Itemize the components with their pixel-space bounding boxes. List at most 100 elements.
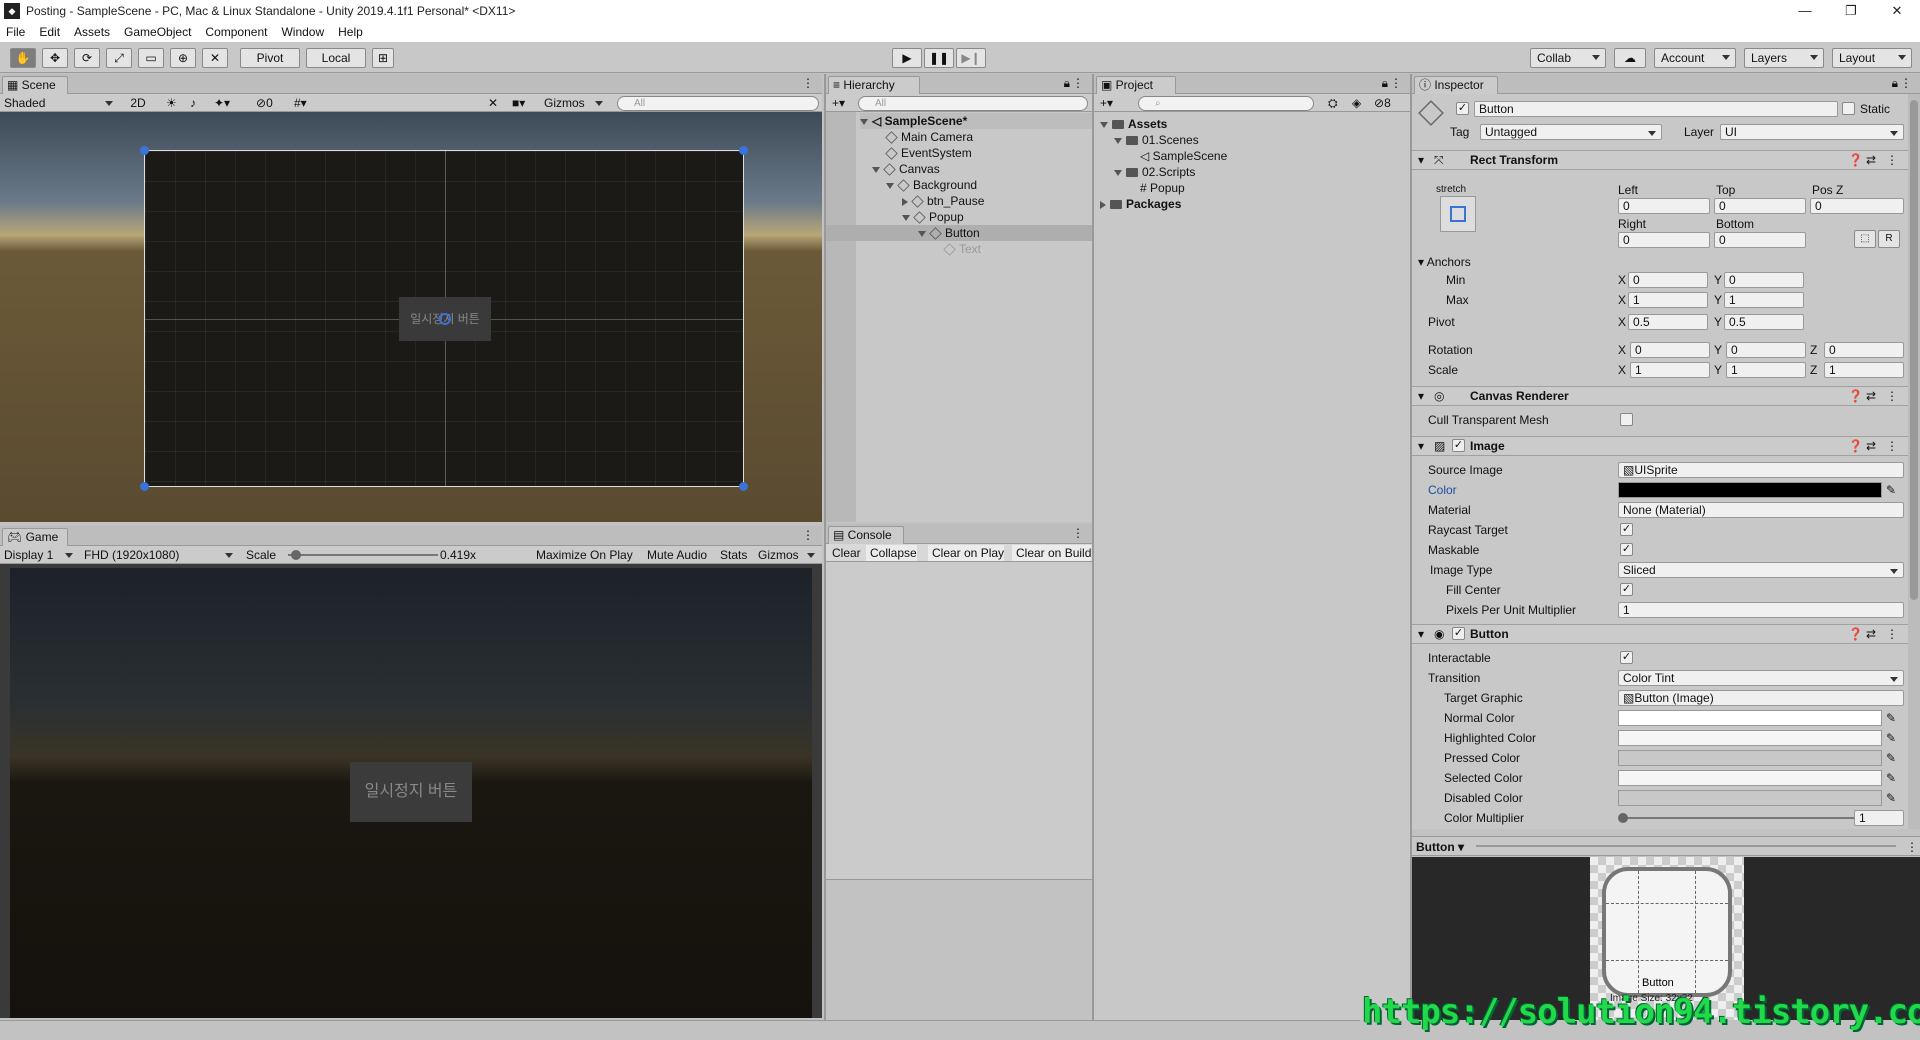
canvas-renderer-header[interactable]: ▾ ◎ Canvas Renderer ❓ ⇄ ⋮ xyxy=(1412,386,1908,406)
grid-snap-icon[interactable]: ⊞ xyxy=(372,48,394,68)
material-field[interactable]: None (Material) xyxy=(1618,502,1904,518)
list-item[interactable]: Assets xyxy=(1100,116,1167,132)
hidden-objects-toggle[interactable]: ⊘0 xyxy=(252,95,286,111)
target-graphic-field[interactable]: ▧Button (Image) xyxy=(1618,690,1904,706)
collapse-arrow-icon[interactable] xyxy=(902,197,908,206)
expand-arrow-icon[interactable] xyxy=(1114,137,1122,144)
lock-icon[interactable]: 🔒︎ xyxy=(1892,76,1898,91)
display-dropdown[interactable]: Display 1 xyxy=(0,547,78,563)
menu-window[interactable]: Window xyxy=(281,25,324,39)
blueprint-mode-icon[interactable]: ⬚ xyxy=(1854,230,1876,248)
component-menu-icon[interactable]: ⋮ xyxy=(1886,438,1898,454)
eyedropper-icon[interactable]: ✎ xyxy=(1886,790,1896,806)
scene-viewport[interactable]: 일시정지 버튼 xyxy=(0,112,822,522)
pivot-y-field[interactable]: 0.5 xyxy=(1724,314,1804,330)
tab-game[interactable]: 🎮︎ Game xyxy=(2,528,68,546)
step-button[interactable]: ▶❙ xyxy=(956,48,986,68)
corner-handle[interactable] xyxy=(739,146,748,155)
right-field[interactable]: 0 xyxy=(1618,232,1710,248)
expand-arrow-icon[interactable] xyxy=(872,166,880,173)
rotation-y-field[interactable]: 0 xyxy=(1726,342,1806,358)
fill-center-checkbox[interactable]: ✓ xyxy=(1620,583,1633,596)
project-search-input[interactable]: ⌕ xyxy=(1138,96,1314,111)
bottom-field[interactable]: 0 xyxy=(1714,232,1806,248)
canvas-rect[interactable]: 일시정지 버튼 xyxy=(140,146,748,491)
layer-dropdown[interactable]: UI xyxy=(1720,124,1904,140)
list-item[interactable]: Popup xyxy=(902,209,964,225)
maximize-on-play-toggle[interactable]: Maximize On Play xyxy=(532,547,633,563)
clear-on-build-toggle[interactable]: Clear on Build xyxy=(1012,545,1092,561)
raw-edit-button[interactable]: R xyxy=(1878,230,1900,248)
list-item[interactable]: Text xyxy=(943,241,981,257)
pressed-color-swatch[interactable] xyxy=(1618,750,1882,766)
tab-console[interactable]: ▤ Console xyxy=(828,526,904,544)
scale-y-field[interactable]: 1 xyxy=(1726,362,1806,378)
help-icon[interactable]: ❓ xyxy=(1848,388,1863,404)
scale-x-field[interactable]: 1 xyxy=(1630,362,1710,378)
list-item[interactable]: ◁ SampleScene* xyxy=(860,113,1092,129)
list-item[interactable]: ◁ SampleScene xyxy=(1140,148,1227,164)
cull-checkbox[interactable] xyxy=(1620,413,1633,426)
button-header[interactable]: ▾ ◉ ✓ Button ❓ ⇄ ⋮ xyxy=(1412,624,1908,644)
list-item[interactable]: 02.Scripts xyxy=(1114,164,1195,180)
expand-arrow-icon[interactable] xyxy=(886,182,894,189)
ppu-field[interactable]: 1 xyxy=(1618,602,1904,618)
left-field[interactable]: 0 xyxy=(1618,198,1710,214)
raycast-checkbox[interactable]: ✓ xyxy=(1620,523,1633,536)
expand-arrow-icon[interactable]: ▾ xyxy=(1418,388,1424,404)
color-multiplier-thumb[interactable] xyxy=(1618,813,1628,823)
transform-tool-icon[interactable]: ⊕ xyxy=(170,48,196,68)
tab-hierarchy[interactable]: ≡ Hierarchy xyxy=(828,76,920,94)
layout-dropdown[interactable]: Layout xyxy=(1832,48,1912,68)
interactable-checkbox[interactable]: ✓ xyxy=(1620,651,1633,664)
hidden-packages-toggle[interactable]: ⊘8 xyxy=(1374,95,1391,111)
pause-button[interactable]: ❚❚ xyxy=(924,48,954,68)
transition-dropdown[interactable]: Color Tint xyxy=(1618,670,1904,686)
camera-icon[interactable]: ■▾ xyxy=(508,95,538,111)
source-image-field[interactable]: ▧UISprite xyxy=(1618,462,1904,478)
presets-icon[interactable]: ⇄ xyxy=(1866,388,1876,404)
gizmos-dropdown[interactable]: Gizmos xyxy=(540,95,608,111)
expand-arrow-icon[interactable]: ▾ xyxy=(1418,152,1424,168)
console-menu-icon[interactable]: ⋮ xyxy=(1072,526,1084,540)
menu-component[interactable]: Component xyxy=(205,25,267,39)
menu-help[interactable]: Help xyxy=(338,25,363,39)
rotate-tool-icon[interactable]: ⟳ xyxy=(74,48,100,68)
audio-icon[interactable]: ♪ xyxy=(186,95,202,111)
tab-inspector[interactable]: ⓘ Inspector xyxy=(1414,76,1498,94)
menu-gameobject[interactable]: GameObject xyxy=(124,25,191,39)
list-item[interactable]: Canvas xyxy=(872,161,940,177)
eyedropper-icon[interactable]: ✎ xyxy=(1886,750,1896,766)
component-menu-icon[interactable]: ⋮ xyxy=(1886,152,1898,168)
rotation-x-field[interactable]: 0 xyxy=(1630,342,1710,358)
create-plus-icon[interactable]: +▾ xyxy=(1100,95,1113,111)
scale-tool-icon[interactable]: ⤢ xyxy=(106,48,132,68)
color-multiplier-field[interactable]: 1 xyxy=(1854,810,1904,826)
component-menu-icon[interactable]: ⋮ xyxy=(1886,626,1898,642)
list-item[interactable]: EventSystem xyxy=(885,145,972,161)
shading-dropdown[interactable]: Shaded xyxy=(0,95,118,111)
hand-tool-icon[interactable]: ✋ xyxy=(10,48,36,68)
create-plus-icon[interactable]: +▾ xyxy=(832,95,845,111)
hierarchy-search-input[interactable]: All xyxy=(858,96,1088,111)
stats-toggle[interactable]: Stats xyxy=(716,547,747,563)
local-toggle[interactable]: Local xyxy=(306,48,366,68)
expand-arrow-icon[interactable] xyxy=(918,230,926,237)
grid-icon[interactable]: #▾ xyxy=(290,95,320,111)
tag-dropdown[interactable]: Untagged xyxy=(1480,124,1662,140)
image-enabled-checkbox[interactable]: ✓ xyxy=(1452,439,1465,452)
corner-handle[interactable] xyxy=(140,146,149,155)
close-button[interactable]: ✕ xyxy=(1874,0,1920,22)
scale-slider[interactable] xyxy=(288,550,438,560)
tab-project[interactable]: ▣ Project xyxy=(1096,76,1176,94)
help-icon[interactable]: ❓ xyxy=(1848,438,1863,454)
game-viewport[interactable]: 일시정지 버튼 xyxy=(10,568,812,1018)
expand-arrow-icon[interactable] xyxy=(902,214,910,221)
object-name-field[interactable]: Button xyxy=(1474,101,1838,117)
eyedropper-icon[interactable]: ✎ xyxy=(1886,710,1896,726)
preview-drag-handle[interactable] xyxy=(1476,845,1896,847)
list-item-selected[interactable]: Button xyxy=(826,225,1092,241)
anchor-presets-button[interactable] xyxy=(1440,196,1476,232)
image-header[interactable]: ▾ ▨ ✓ Image ❓ ⇄ ⋮ xyxy=(1412,436,1908,456)
scale-z-field[interactable]: 1 xyxy=(1824,362,1904,378)
